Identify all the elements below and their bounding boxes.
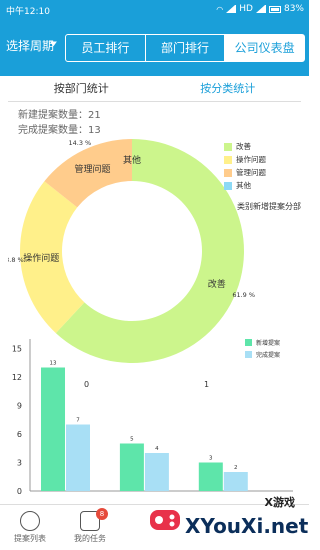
bar-value-label: 5	[130, 437, 134, 443]
legend-item: 其他	[224, 179, 266, 192]
slice-label: 操作问题	[23, 252, 59, 264]
bar[interactable]	[119, 443, 144, 492]
watermark-main: XYouXi.net	[185, 514, 309, 538]
status-time: 中午12:10	[6, 7, 50, 17]
donut-annotation: 类别新增提案分部	[237, 202, 301, 211]
legend-swatch	[245, 351, 252, 358]
view-tabs: 员工排行 部门排行 公司仪表盘	[65, 34, 305, 62]
bar-value-label: 2	[234, 465, 238, 471]
stat-subtabs: 按部门统计 按分类统计	[8, 76, 301, 102]
chevron-down-icon[interactable]: ▼	[50, 41, 57, 48]
bar[interactable]	[144, 453, 169, 491]
slice-percent-label: 14.3 %	[69, 139, 92, 147]
gamepad-logo-icon	[150, 510, 180, 530]
legend-label: 管理问题	[236, 168, 266, 177]
legend-swatch	[224, 142, 232, 151]
slice-percent-label: 23.8 %	[8, 256, 24, 264]
legend-label: 其他	[236, 181, 251, 190]
legend-label: 新增提案	[256, 339, 280, 347]
new-proposal-count: 新建提案数量：21	[18, 110, 101, 121]
legend-swatch	[224, 155, 232, 164]
lightbulb-icon	[20, 511, 40, 531]
y-tick-label: 12	[12, 373, 22, 382]
battery-icon	[268, 5, 281, 13]
tab-department-ranking[interactable]: 部门排行	[146, 35, 226, 61]
task-count-badge: 8	[96, 508, 108, 520]
watermark-top: X游戏	[264, 496, 295, 509]
slice-percent-label: 61.9 %	[232, 291, 255, 299]
site-watermark: X游戏 XYouXi.net	[145, 488, 309, 546]
slice-label: 其他	[123, 154, 141, 166]
y-tick-label: 15	[12, 345, 22, 354]
legend-swatch	[224, 181, 232, 190]
subtab-by-category[interactable]: 按分类统计	[155, 76, 302, 101]
bar-value-label: 4	[155, 446, 159, 452]
done-proposal-count: 完成提案数量：13	[18, 125, 101, 136]
network-label: HD	[239, 4, 253, 14]
y-tick-label: 9	[17, 402, 22, 411]
legend-label: 改善	[236, 142, 251, 151]
legend-label: 操作问题	[236, 155, 266, 164]
bar[interactable]	[198, 462, 223, 492]
bar[interactable]	[66, 424, 90, 492]
top-header: 选择周期 ▼ 员工排行 部门排行 公司仪表盘	[0, 18, 309, 76]
bar-value-label: 13	[50, 361, 57, 367]
nav-label: 我的任务	[74, 534, 106, 543]
donut-legend: 改善 操作问题 管理问题 其他	[224, 140, 266, 192]
legend-item: 管理问题	[224, 166, 266, 179]
slice-label: 管理问题	[74, 163, 110, 175]
bar-value-label: 3	[209, 456, 213, 462]
legend-swatch	[224, 168, 232, 177]
y-tick-label: 6	[17, 430, 22, 439]
subtab-by-department[interactable]: 按部门统计	[8, 76, 155, 101]
y-tick-label: 0	[17, 487, 22, 496]
nav-proposal-list[interactable]: 提案列表	[0, 505, 60, 550]
signal-icon	[226, 5, 237, 13]
tab-company-dashboard[interactable]: 公司仪表盘	[225, 35, 305, 61]
bars-svg: 0 3 6 9 12 15 13 7 5 4 3 2 新增提案完成提案	[12, 339, 293, 496]
legend-swatch	[245, 339, 252, 346]
legend-label: 完成提案	[256, 351, 280, 359]
dashboard-panel: 按部门统计 按分类统计 新建提案数量：21 完成提案数量：13 改善 61.9 %…	[1, 76, 301, 504]
status-bar: 中午12:10 ◠ HD 83%	[0, 0, 309, 18]
slice-label: 改善	[208, 278, 226, 290]
period-selector[interactable]: 选择周期	[6, 37, 54, 54]
bar[interactable]	[41, 367, 65, 492]
nav-my-tasks[interactable]: 8 我的任务	[60, 505, 120, 550]
status-icons: ◠ HD 83%	[216, 4, 304, 14]
wifi-icon: ◠	[216, 4, 224, 14]
signal-icon-2	[255, 5, 266, 13]
y-tick-label: 3	[17, 459, 22, 468]
proposal-bar-chart: 0 3 6 9 12 15 13 7 5 4 3 2 新增提案完成提案	[8, 331, 301, 504]
bar-value-label: 7	[76, 418, 80, 424]
legend-item: 操作问题	[224, 153, 266, 166]
tab-employee-ranking[interactable]: 员工排行	[66, 35, 146, 61]
legend-item: 改善	[224, 140, 266, 153]
nav-label: 提案列表	[14, 534, 46, 543]
battery-level: 83%	[283, 4, 304, 14]
